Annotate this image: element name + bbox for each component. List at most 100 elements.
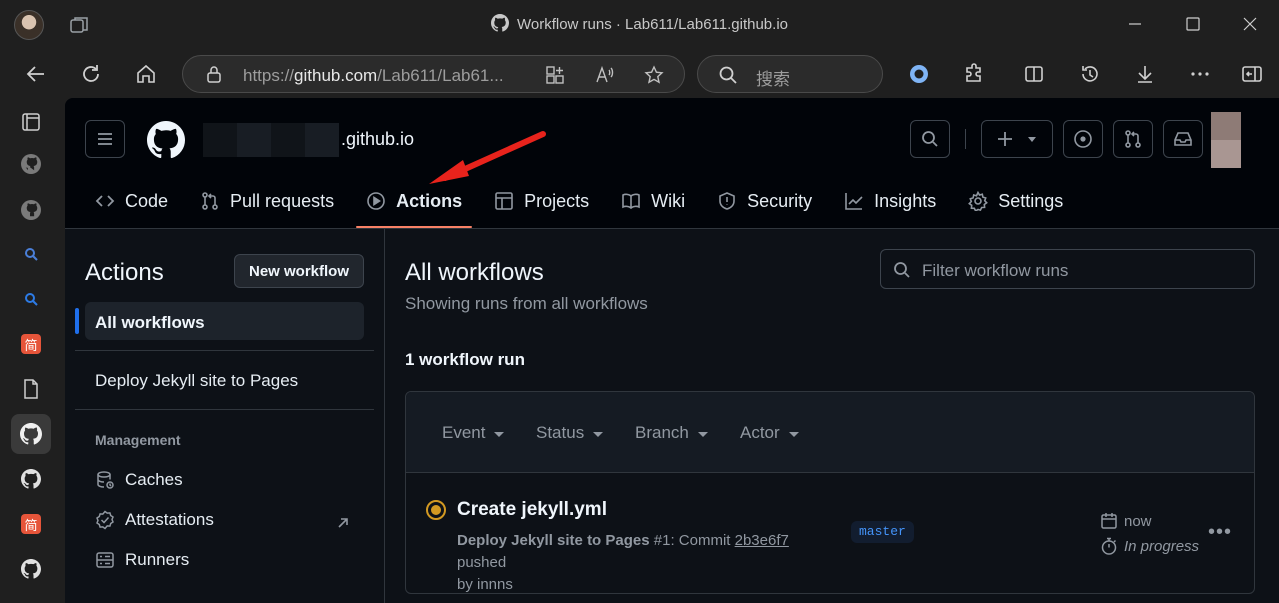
download-icon[interactable] bbox=[1134, 63, 1156, 85]
jianshu-icon: 简 bbox=[21, 334, 41, 354]
refresh-icon[interactable] bbox=[80, 63, 102, 85]
caret-down-icon bbox=[788, 431, 799, 437]
sidebar-github-active[interactable] bbox=[11, 414, 51, 454]
all-workflows-item[interactable]: All workflows bbox=[75, 302, 364, 340]
create-new-button[interactable] bbox=[981, 120, 1053, 158]
hamburger-icon bbox=[98, 133, 112, 145]
more-menu-icon[interactable] bbox=[1189, 63, 1211, 85]
sidebar-github-2[interactable] bbox=[15, 194, 47, 226]
run-workflow-name[interactable]: Deploy Jekyll site to Pages bbox=[457, 532, 650, 549]
page-subtitle: Showing runs from all workflows bbox=[405, 294, 648, 313]
actor-filter-dropdown[interactable]: Actor bbox=[740, 423, 799, 443]
sidebar-github-1[interactable] bbox=[15, 148, 47, 180]
tab-wiki[interactable]: Wiki bbox=[611, 186, 695, 216]
close-icon[interactable] bbox=[1240, 14, 1260, 34]
sidebar-search-2[interactable] bbox=[15, 283, 47, 315]
run-actions-menu-icon[interactable]: ••• bbox=[1208, 521, 1232, 544]
address-bar[interactable]: https://github.com/Lab611/Lab61... bbox=[182, 55, 685, 93]
run-time-text: now bbox=[1124, 512, 1152, 530]
chevron-down-icon bbox=[1028, 137, 1036, 142]
browser-sidebar: 简 简 bbox=[0, 98, 62, 603]
browser-search-box[interactable]: 搜索 bbox=[697, 55, 883, 93]
new-workflow-button[interactable]: New workflow bbox=[234, 254, 364, 288]
url-text[interactable]: https://github.com/Lab611/Lab61... bbox=[243, 66, 504, 86]
tab-pull-requests[interactable]: Pull requests bbox=[190, 186, 344, 216]
sidebar-toggle-icon[interactable] bbox=[1241, 63, 1263, 85]
sidebar-tab-actions[interactable] bbox=[15, 106, 47, 138]
stopwatch-icon bbox=[1101, 537, 1117, 555]
external-link-icon[interactable] bbox=[335, 515, 351, 531]
sidebar-github-4[interactable] bbox=[15, 553, 47, 585]
run-commit-text: : Commit bbox=[670, 532, 735, 549]
actor-filter-label: Actor bbox=[740, 423, 780, 442]
tab-code[interactable]: Code bbox=[85, 186, 178, 216]
tab-actions[interactable]: Actions bbox=[356, 186, 473, 228]
status-filter-dropdown[interactable]: Status bbox=[536, 423, 604, 443]
issue-icon bbox=[1074, 130, 1092, 148]
sidebar-jianshu-1[interactable]: 简 bbox=[15, 328, 47, 360]
minimize-icon[interactable] bbox=[1125, 14, 1145, 34]
run-duration: In progress bbox=[1100, 537, 1199, 555]
sidebar-search-1[interactable] bbox=[15, 238, 47, 270]
github-icon bbox=[21, 200, 41, 220]
run-title-link[interactable]: Create jekyll.yml bbox=[457, 499, 607, 521]
hamburger-menu-button[interactable] bbox=[85, 120, 125, 158]
github-page: .github.io Code Pull requests Actions Pr… bbox=[65, 98, 1279, 603]
app-available-icon[interactable] bbox=[545, 65, 565, 85]
branch-filter-label: Branch bbox=[635, 423, 689, 442]
workflow-run-row[interactable]: Create jekyll.yml Deploy Jekyll site to … bbox=[406, 473, 1254, 593]
tab-insights-label: Insights bbox=[874, 190, 937, 211]
caches-label: Caches bbox=[125, 470, 183, 489]
filter-runs-placeholder: Filter workflow runs bbox=[922, 261, 1069, 280]
tab-projects-label: Projects bbox=[524, 190, 590, 211]
sidebar-github-3[interactable] bbox=[15, 463, 47, 495]
branch-filter-dropdown[interactable]: Branch bbox=[635, 423, 708, 443]
favorite-star-icon[interactable] bbox=[644, 65, 664, 85]
repo-name[interactable]: .github.io bbox=[341, 129, 414, 150]
split-screen-icon[interactable] bbox=[1023, 63, 1045, 85]
verified-icon bbox=[96, 510, 114, 530]
search-button[interactable] bbox=[910, 120, 950, 158]
tab-settings[interactable]: Settings bbox=[958, 186, 1073, 216]
run-actor-text: by innns bbox=[457, 576, 513, 593]
read-aloud-icon[interactable] bbox=[594, 65, 614, 85]
tab-settings-label: Settings bbox=[998, 190, 1064, 211]
lock-icon[interactable] bbox=[205, 65, 223, 83]
tab-pull-requests-label: Pull requests bbox=[230, 190, 335, 211]
workflow-item[interactable]: Deploy Jekyll site to Pages bbox=[95, 371, 298, 391]
run-time: now bbox=[1100, 512, 1152, 530]
github-logo-icon[interactable] bbox=[147, 121, 185, 159]
runs-filter-bar: Event Status Branch Actor bbox=[406, 392, 1254, 473]
attestations-item[interactable]: Attestations bbox=[95, 510, 214, 530]
runners-item[interactable]: Runners bbox=[95, 550, 189, 570]
user-avatar[interactable] bbox=[1211, 112, 1241, 168]
maximize-icon[interactable] bbox=[1183, 14, 1203, 34]
extensions-icon[interactable] bbox=[963, 63, 985, 85]
filter-runs-input[interactable]: Filter workflow runs bbox=[880, 249, 1255, 289]
pull-requests-button[interactable] bbox=[1113, 120, 1153, 158]
home-icon[interactable] bbox=[135, 63, 157, 85]
back-icon[interactable] bbox=[25, 63, 47, 85]
caret-down-icon bbox=[593, 431, 604, 437]
branch-badge[interactable]: master bbox=[851, 521, 914, 543]
inbox-button[interactable] bbox=[1163, 120, 1203, 158]
history-icon[interactable] bbox=[1079, 63, 1101, 85]
management-heading: Management bbox=[95, 432, 181, 448]
search-icon bbox=[922, 131, 938, 147]
caches-item[interactable]: Caches bbox=[95, 470, 183, 490]
status-filter-label: Status bbox=[536, 423, 585, 442]
sidebar-jianshu-2[interactable]: 简 bbox=[15, 508, 47, 540]
tab-projects[interactable]: Projects bbox=[484, 186, 599, 216]
event-filter-dropdown[interactable]: Event bbox=[442, 423, 505, 443]
tab-security[interactable]: Security bbox=[707, 186, 822, 216]
tab-insights[interactable]: Insights bbox=[834, 186, 946, 216]
sidebar-document[interactable] bbox=[15, 373, 47, 405]
issues-button[interactable] bbox=[1063, 120, 1103, 158]
pull-request-icon bbox=[1125, 130, 1141, 148]
url-host: github.com bbox=[294, 66, 378, 85]
page-title: All workflows bbox=[405, 259, 544, 286]
graph-icon bbox=[845, 193, 863, 210]
event-filter-label: Event bbox=[442, 423, 486, 442]
commit-sha-link[interactable]: 2b3e6f7 bbox=[735, 532, 789, 549]
copilot-icon[interactable] bbox=[908, 63, 930, 85]
